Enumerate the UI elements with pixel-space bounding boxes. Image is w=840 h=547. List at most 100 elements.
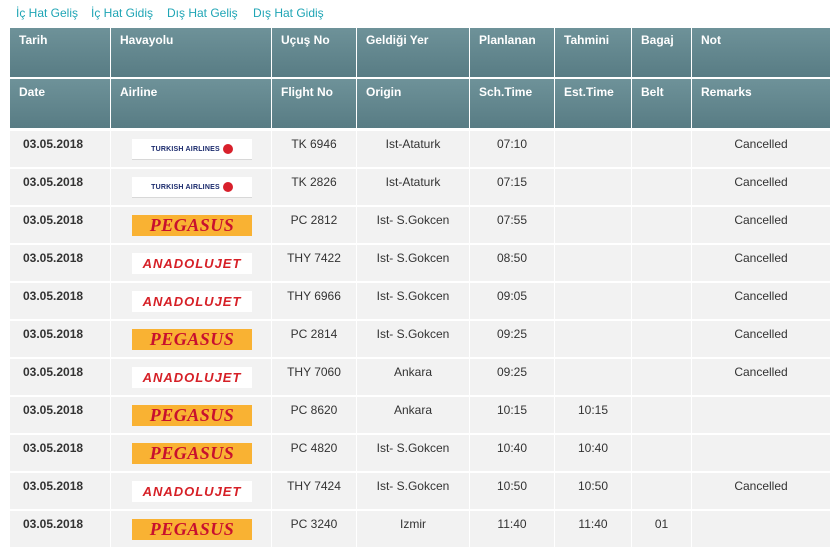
cell-airline: TURKISH AIRLINES (110, 169, 271, 205)
table-row[interactable]: 03.05.2018 PEGASUS PC 4820 Ist- S.Gokcen 10:… (10, 435, 830, 471)
table-row[interactable]: 03.05.2018 ANADOLUJET THY 7060 Ankara 09:25 C… (10, 359, 830, 395)
cell-sch-time: 09:25 (469, 321, 554, 357)
turkish-logo-text: TURKISH AIRLINES (151, 145, 220, 153)
anadolu-logo: ANADOLUJET (132, 367, 252, 388)
cell-est-time: 10:50 (554, 473, 631, 509)
cell-flight-no: PC 8620 (271, 397, 356, 433)
cell-remarks: Cancelled (691, 473, 830, 509)
cell-origin: Ankara (356, 397, 469, 433)
cell-date: 03.05.2018 (23, 251, 84, 265)
table-row[interactable]: 03.05.2018 ANADOLUJET THY 7424 Ist- S.Gokce… (10, 473, 830, 509)
pegasus-logo: PEGASUS (132, 405, 252, 426)
pegasus-logo: PEGASUS (132, 329, 252, 350)
cell-est-time (554, 169, 631, 205)
table-row[interactable]: 03.05.2018 ANADOLUJET THY 6966 Ist- S.Gokce… (10, 283, 830, 319)
cell-origin: Ist-Ataturk (356, 169, 469, 205)
pegasus-logo-text: PEGASUS (149, 443, 235, 463)
cell-origin: Izmir (356, 511, 469, 547)
cell-origin: Ist- S.Gokcen (356, 473, 469, 509)
cell-airline: ANADOLUJET (110, 473, 271, 509)
header-en-sch-time: Sch.Time (469, 79, 554, 128)
cell-belt (631, 169, 691, 205)
table-row[interactable]: 03.05.2018 TURKISH AIRLINES TK 2826 Ist-Ata… (10, 169, 830, 205)
cell-est-time (554, 207, 631, 243)
header-tr-origin: Geldiği Yer (356, 28, 469, 77)
cell-sch-time: 07:10 (469, 131, 554, 167)
cell-remarks: Cancelled (691, 321, 830, 357)
cell-est-time: 10:15 (554, 397, 631, 433)
cell-belt (631, 435, 691, 471)
table-row[interactable]: 03.05.2018 PEGASUS PC 3240 Izmir 11:40 11:40 0… (10, 511, 830, 547)
turkish-logo: TURKISH AIRLINES (132, 177, 252, 198)
header-tr-date: Tarih (10, 28, 110, 77)
cell-flight-no: THY 7060 (271, 359, 356, 395)
cell-est-time (554, 131, 631, 167)
cell-date: 03.05.2018 (23, 327, 84, 341)
cell-remarks: Cancelled (691, 245, 830, 281)
cell-date: 03.05.2018 (23, 137, 84, 151)
header-tr-remarks: Not (691, 28, 830, 77)
header-tr-belt: Bagaj (631, 28, 691, 77)
cell-belt (631, 245, 691, 281)
cell-flight-no: TK 2826 (271, 169, 356, 205)
cell-flight-no: PC 2812 (271, 207, 356, 243)
cell-airline: PEGASUS (110, 321, 271, 357)
cell-sch-time: 08:50 (469, 245, 554, 281)
header-en-belt: Belt (631, 79, 691, 128)
table-row[interactable]: 03.05.2018 TURKISH AIRLINES TK 6946 Ist-Ata… (10, 131, 830, 167)
turkish-logo: TURKISH AIRLINES (132, 139, 252, 160)
cell-sch-time: 10:50 (469, 473, 554, 509)
pegasus-logo-text: PEGASUS (149, 215, 235, 235)
cell-airline: TURKISH AIRLINES (110, 131, 271, 167)
turkish-bird-icon (222, 182, 233, 192)
header-en-flight-no: Flight No (271, 79, 356, 128)
table-row[interactable]: 03.05.2018 PEGASUS PC 2814 Ist- S.Gokcen 09:… (10, 321, 830, 357)
cell-est-time: 10:40 (554, 435, 631, 471)
pegasus-logo-text: PEGASUS (149, 405, 235, 425)
cell-flight-no: THY 6966 (271, 283, 356, 319)
cell-date: 03.05.2018 (23, 403, 84, 417)
cell-belt (631, 359, 691, 395)
table-row[interactable]: 03.05.2018 ANADOLUJET THY 7422 Ist- S.Gokce… (10, 245, 830, 281)
header-en-airline: Airline (110, 79, 271, 128)
cell-est-time: 11:40 (554, 511, 631, 547)
header-en-origin: Origin (356, 79, 469, 128)
header-en-date: Date (10, 79, 110, 128)
cell-date: 03.05.2018 (23, 441, 84, 455)
header-tr-airline: Havayolu (110, 28, 271, 77)
pegasus-logo-text: PEGASUS (149, 329, 235, 349)
cell-remarks: Cancelled (691, 283, 830, 319)
cell-origin: Ist- S.Gokcen (356, 435, 469, 471)
cell-origin: Ist- S.Gokcen (356, 283, 469, 319)
pegasus-logo-text: PEGASUS (149, 519, 235, 539)
cell-sch-time: 09:25 (469, 359, 554, 395)
cell-sch-time: 09:05 (469, 283, 554, 319)
cell-airline: ANADOLUJET (110, 283, 271, 319)
cell-sch-time: 07:15 (469, 169, 554, 205)
cell-remarks: Cancelled (691, 207, 830, 243)
cell-airline: PEGASUS (110, 435, 271, 471)
cell-origin: Ist- S.Gokcen (356, 207, 469, 243)
cell-flight-no: PC 2814 (271, 321, 356, 357)
cell-est-time (554, 283, 631, 319)
header-en-remarks: Remarks (691, 79, 830, 128)
cell-flight-no: THY 7424 (271, 473, 356, 509)
cell-date: 03.05.2018 (23, 213, 84, 227)
anadolu-logo: ANADOLUJET (132, 481, 252, 502)
cell-belt (631, 397, 691, 433)
cell-airline: ANADOLUJET (110, 245, 271, 281)
anadolu-logo-text: ANADOLUJET (142, 484, 242, 499)
turkish-bird-icon (222, 144, 233, 154)
pegasus-logo: PEGASUS (132, 443, 252, 464)
header-tr-est-time: Tahmini (554, 28, 631, 77)
table-row[interactable]: 03.05.2018 PEGASUS PC 2812 Ist- S.Gokcen 07:… (10, 207, 830, 243)
cell-flight-no: PC 4820 (271, 435, 356, 471)
cell-airline: PEGASUS (110, 397, 271, 433)
cell-remarks (691, 511, 830, 547)
anadolu-logo-text: ANADOLUJET (142, 256, 242, 271)
cell-flight-no: PC 3240 (271, 511, 356, 547)
table-row[interactable]: 03.05.2018 PEGASUS PC 8620 Ankara 10:15 10:15 (10, 397, 830, 433)
cell-origin: Ankara (356, 359, 469, 395)
cell-est-time (554, 359, 631, 395)
cell-origin: Ist-Ataturk (356, 131, 469, 167)
